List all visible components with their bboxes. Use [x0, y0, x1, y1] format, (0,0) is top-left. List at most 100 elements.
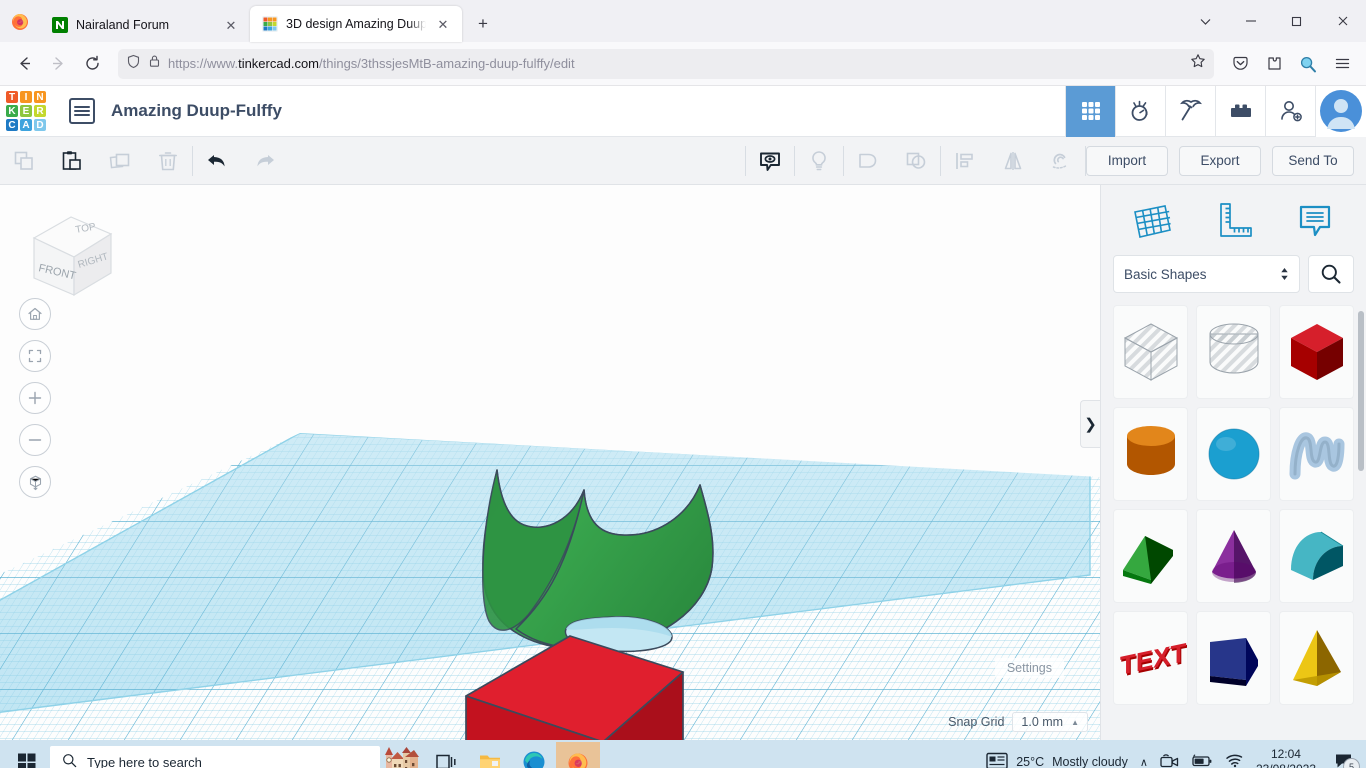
shape-half-cylinder[interactable]	[1279, 509, 1354, 603]
align-icon[interactable]	[941, 137, 989, 185]
shape-polygon[interactable]	[1196, 611, 1271, 705]
minus-icon[interactable]	[19, 424, 51, 456]
snap-grid-value: 1.0 mm	[1021, 715, 1063, 729]
logo-tile-i: I	[20, 91, 32, 103]
shield-icon[interactable]	[126, 54, 141, 74]
taskbar-search-box[interactable]: Type here to search	[50, 746, 380, 768]
shape-pyramid[interactable]	[1279, 611, 1354, 705]
import-button[interactable]: Import	[1086, 146, 1168, 176]
logo-tile-c: C	[6, 119, 18, 131]
settings-button[interactable]: Settings	[995, 658, 1064, 678]
cube-toggle-icon[interactable]	[19, 466, 51, 498]
shape-sphere[interactable]	[1196, 407, 1271, 501]
zoom-search-icon[interactable]	[1292, 48, 1324, 80]
camera-icon[interactable]	[1160, 753, 1179, 768]
minecraft-pickaxe-icon[interactable]	[1165, 86, 1215, 137]
list-all-tabs-button[interactable]	[1182, 0, 1228, 42]
workplane-grid-icon[interactable]	[1122, 198, 1182, 242]
undo-arrow-icon[interactable]	[193, 137, 241, 185]
star-icon[interactable]	[1190, 53, 1206, 74]
tab-close-button[interactable]: ✕	[222, 16, 240, 34]
firefox-icon[interactable]	[556, 742, 600, 768]
edge-icon[interactable]	[512, 742, 556, 768]
notification-center-button[interactable]: 5	[1328, 752, 1358, 768]
mirror-flip-icon[interactable]	[989, 137, 1037, 185]
home-icon[interactable]	[19, 298, 51, 330]
browser-tab[interactable]: Nairaland Forum ✕	[40, 8, 250, 42]
panel-collapse-handle[interactable]: ❯	[1080, 400, 1100, 448]
url-bar[interactable]: https://www.tinkercad.com/things/3thssje…	[118, 49, 1214, 79]
shape-category-select[interactable]: Basic Shapes	[1113, 255, 1300, 293]
codeblocks-brick-icon[interactable]	[1215, 86, 1265, 137]
copy-button[interactable]	[0, 137, 48, 185]
paste-button[interactable]	[48, 137, 96, 185]
export-button[interactable]: Export	[1179, 146, 1261, 176]
shape-search-button[interactable]	[1308, 255, 1354, 293]
nairaland-icon	[52, 17, 68, 33]
ruler-icon[interactable]	[1203, 198, 1263, 242]
shape-cone[interactable]	[1196, 509, 1271, 603]
tab-close-button[interactable]: ✕	[434, 15, 452, 33]
tray-overflow-button[interactable]: ∧	[1140, 756, 1148, 768]
clock-date: 23/08/2023	[1256, 762, 1316, 768]
ungroup-shapes-icon[interactable]	[892, 137, 940, 185]
lightbulb-icon[interactable]	[795, 137, 843, 185]
panel-scrollbar[interactable]	[1358, 311, 1364, 471]
forward-button[interactable]	[42, 48, 74, 80]
invite-person-icon[interactable]	[1265, 86, 1315, 137]
canvas-scene[interactable]	[0, 185, 1100, 740]
reload-button[interactable]	[76, 48, 108, 80]
snap-grid-select[interactable]: 1.0 mm ▲	[1012, 712, 1088, 732]
tinkercad-header: TINKERCAD Amazing Duup-Fulffy	[0, 86, 1366, 137]
hamburger-menu-icon[interactable]	[1326, 48, 1358, 80]
designs-grid-icon[interactable]	[1065, 86, 1115, 137]
shape-scribble[interactable]	[1279, 407, 1354, 501]
file-explorer-icon[interactable]	[468, 742, 512, 768]
close-button[interactable]	[1320, 0, 1366, 42]
logo-tile-n: N	[34, 91, 46, 103]
minimize-button[interactable]	[1228, 0, 1274, 42]
pocket-icon[interactable]	[1224, 48, 1256, 80]
group-shapes-icon[interactable]	[844, 137, 892, 185]
extensions-icon[interactable]	[1258, 48, 1290, 80]
view-cube[interactable]: TOP FRONT RIGHT	[16, 203, 121, 303]
eye-note-icon[interactable]	[746, 137, 794, 185]
send-to-button[interactable]: Send To	[1272, 146, 1354, 176]
shape-text[interactable]: TEXT TEXT	[1113, 611, 1188, 705]
shape-cylinder-hole[interactable]	[1196, 305, 1271, 399]
shape-box-hole[interactable]	[1113, 305, 1188, 399]
3d-canvas[interactable]: TOP FRONT RIGHT Settings	[0, 185, 1100, 740]
shape-roof[interactable]	[1113, 509, 1188, 603]
back-button[interactable]	[8, 48, 40, 80]
document-list-icon[interactable]	[69, 98, 95, 124]
town-illustration[interactable]	[380, 742, 424, 768]
url-text[interactable]: https://www.tinkercad.com/things/3thssje…	[168, 56, 1183, 71]
lock-icon[interactable]	[148, 54, 161, 73]
task-view-icon[interactable]	[424, 742, 468, 768]
user-avatar[interactable]	[1315, 86, 1366, 137]
fit-frame-icon[interactable]	[19, 340, 51, 372]
shapes-panel: Basic Shapes	[1100, 185, 1366, 740]
magnet-icon[interactable]	[1037, 137, 1085, 185]
windows-start-icon[interactable]	[4, 742, 50, 768]
tinkercad-logo[interactable]: TINKERCAD	[3, 88, 49, 134]
shape-cylinder[interactable]	[1113, 407, 1188, 501]
wifi-icon[interactable]	[1225, 753, 1244, 768]
note-bubble-icon[interactable]	[1285, 198, 1345, 242]
header-action-group	[1065, 86, 1366, 137]
new-tab-button[interactable]: +	[468, 9, 498, 39]
weather-widget[interactable]: 25°C Mostly cloudy	[986, 752, 1128, 768]
browser-tab-active[interactable]: 3D design Amazing Duup-Fulffy ✕	[250, 6, 462, 42]
maximize-button[interactable]	[1274, 0, 1320, 42]
caret-up-icon: ▲	[1071, 718, 1079, 727]
battery-icon[interactable]	[1191, 754, 1213, 768]
shape-library-grid[interactable]: TEXT TEXT	[1101, 305, 1366, 740]
search-icon	[62, 753, 77, 768]
trash-icon[interactable]	[144, 137, 192, 185]
redo-arrow-icon[interactable]	[241, 137, 289, 185]
plus-icon[interactable]	[19, 382, 51, 414]
taskbar-clock[interactable]: 12:04 23/08/2023	[1256, 747, 1316, 768]
duplicate-button[interactable]	[96, 137, 144, 185]
shape-box[interactable]	[1279, 305, 1354, 399]
circuits-icon[interactable]	[1115, 86, 1165, 137]
